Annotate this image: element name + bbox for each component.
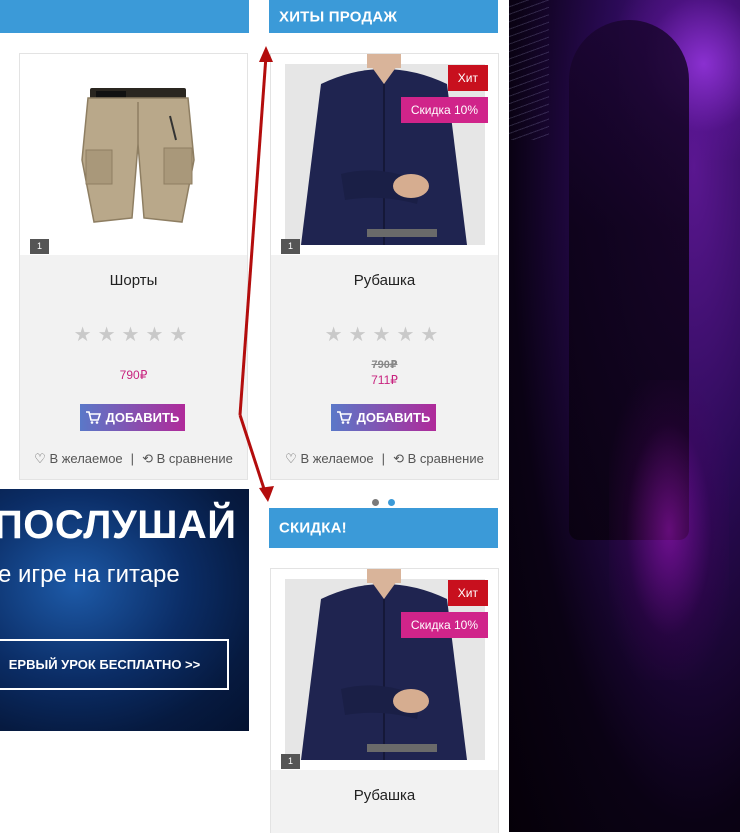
product-price: 711₽ bbox=[371, 373, 398, 387]
image-count-badge: 1 bbox=[281, 754, 300, 769]
cart-icon bbox=[336, 411, 352, 424]
sale-badge: Скидка 10% bbox=[400, 612, 488, 638]
rating-stars[interactable]: ★★★★★ bbox=[271, 322, 498, 347]
product-card: Хит Скидка 10% 1 Рубашка ★★★★★ 790₽ 711₽… bbox=[270, 53, 499, 480]
star-icon[interactable]: ★ bbox=[74, 324, 98, 346]
carousel-dot[interactable] bbox=[372, 499, 379, 506]
divider: | bbox=[381, 451, 386, 466]
cart-icon bbox=[85, 411, 101, 424]
rating-stars[interactable]: ★★★★★ bbox=[20, 322, 247, 347]
star-icon[interactable]: ★ bbox=[420, 324, 444, 346]
hit-badge: Хит bbox=[447, 65, 488, 91]
star-icon[interactable]: ★ bbox=[145, 324, 169, 346]
compare-icon: ⟲ bbox=[393, 451, 404, 466]
background-photo bbox=[509, 0, 740, 832]
hit-badge: Хит bbox=[447, 580, 488, 606]
annotation-arrow bbox=[238, 46, 274, 502]
product-card: Хит Скидка 10% 1 Рубашка bbox=[270, 568, 499, 833]
heart-icon: ♡ bbox=[34, 451, 46, 466]
compare-icon: ⟲ bbox=[142, 451, 153, 466]
product-name[interactable]: Рубашка bbox=[271, 272, 498, 289]
star-icon[interactable]: ★ bbox=[325, 324, 349, 346]
star-icon[interactable]: ★ bbox=[98, 324, 122, 346]
banner-headline: ПОСЛУШАЙ bbox=[0, 503, 237, 547]
image-count-badge: 1 bbox=[30, 239, 49, 254]
banner-cta-button[interactable]: ЕРВЫЙ УРОК БЕСПЛАТНО >> bbox=[0, 639, 229, 690]
star-icon[interactable]: ★ bbox=[349, 324, 373, 346]
compare-link[interactable]: ⟲ В сравнение bbox=[142, 451, 233, 466]
star-icon[interactable]: ★ bbox=[169, 324, 193, 346]
section-bar-bestsellers: ХИТЫ ПРОДАЖ bbox=[269, 0, 498, 33]
sale-badge: Скидка 10% bbox=[400, 97, 488, 123]
shorts-image bbox=[81, 88, 195, 223]
section-title: ХИТЫ ПРОДАЖ bbox=[279, 8, 398, 25]
wishlist-link[interactable]: ♡ В желаемое bbox=[285, 451, 374, 466]
heart-icon: ♡ bbox=[285, 451, 297, 466]
star-icon[interactable]: ★ bbox=[396, 324, 420, 346]
wishlist-link[interactable]: ♡ В желаемое bbox=[34, 451, 123, 466]
add-to-cart-button[interactable]: ДОБАВИТЬ bbox=[331, 404, 436, 431]
section-title: СКИДКА! bbox=[279, 519, 347, 537]
star-icon[interactable]: ★ bbox=[373, 324, 397, 346]
image-count-badge: 1 bbox=[281, 239, 300, 254]
carousel-dot-active[interactable] bbox=[388, 499, 395, 506]
product-card: 1 Шорты ★★★★★ 790₽ ДОБАВИТЬ ♡ В желаемое… bbox=[19, 53, 248, 480]
add-to-cart-button[interactable]: ДОБАВИТЬ bbox=[80, 404, 185, 431]
compare-link[interactable]: ⟲ В сравнение bbox=[393, 451, 484, 466]
product-actions: ♡ В желаемое | ⟲ В сравнение bbox=[271, 451, 498, 467]
star-icon[interactable]: ★ bbox=[122, 324, 146, 346]
product-name[interactable]: Шорты bbox=[20, 272, 247, 289]
add-to-cart-label: ДОБАВИТЬ bbox=[105, 410, 180, 425]
product-price: 790₽ bbox=[119, 368, 148, 382]
section-bar-discount: СКИДКА! bbox=[269, 508, 498, 548]
product-name[interactable]: Рубашка bbox=[271, 787, 498, 804]
old-price: 790₽ bbox=[371, 359, 398, 371]
divider: | bbox=[130, 451, 135, 466]
promo-banner[interactable]: ПОСЛУШАЙ е игре на гитаре ЕРВЫЙ УРОК БЕС… bbox=[0, 489, 249, 731]
section-bar-left bbox=[0, 0, 249, 33]
add-to-cart-label: ДОБАВИТЬ bbox=[356, 410, 431, 425]
banner-subline: е игре на гитаре bbox=[0, 561, 180, 588]
product-actions: ♡ В желаемое | ⟲ В сравнение bbox=[20, 451, 247, 467]
product-image[interactable] bbox=[20, 54, 247, 255]
